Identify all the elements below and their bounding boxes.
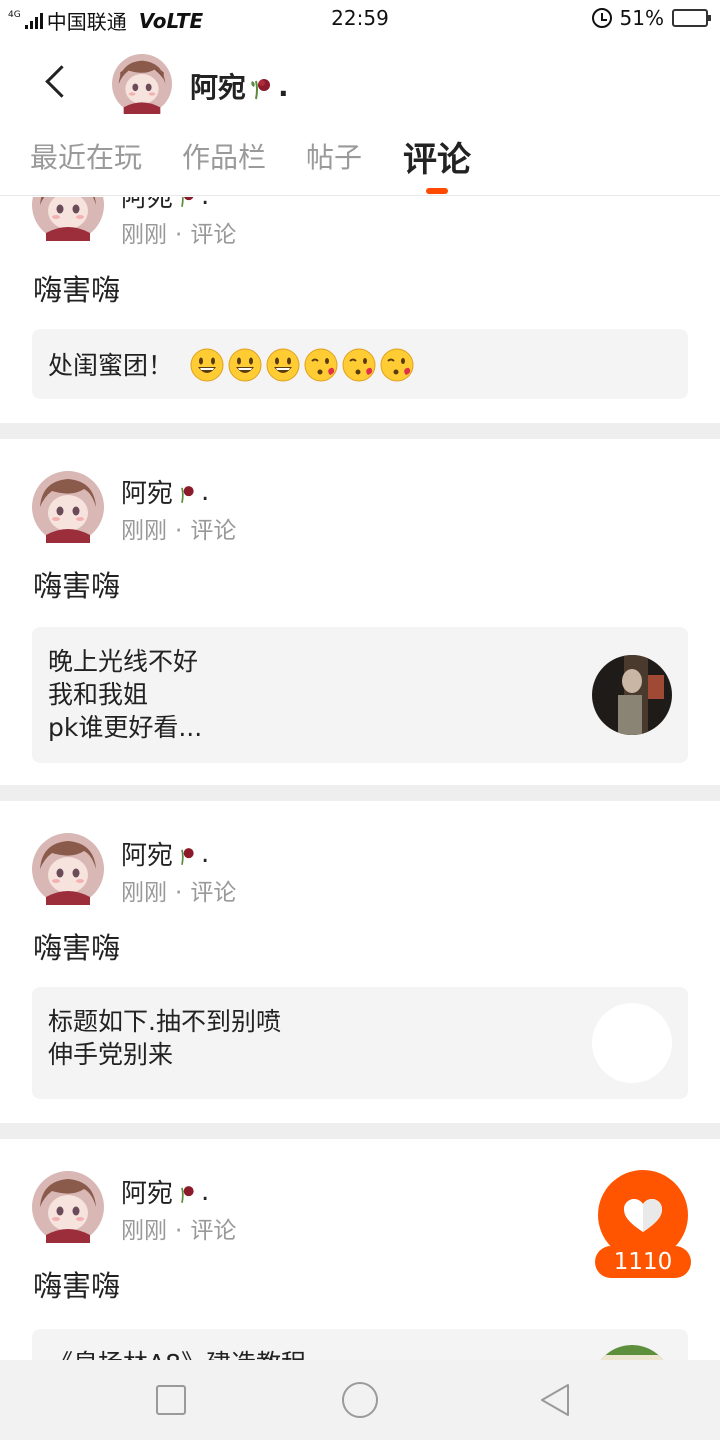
author-name-text: 阿宛 bbox=[121, 197, 174, 213]
author-name-suffix: . bbox=[201, 838, 210, 869]
author-name-text: 阿宛 bbox=[121, 841, 174, 871]
status-bar: 4G 中国联通 VoLTE 22:59 51% bbox=[0, 0, 720, 40]
author-name[interactable]: 阿宛 . bbox=[121, 197, 209, 214]
tab-works[interactable]: 作品栏 bbox=[182, 136, 266, 176]
recent-apps-icon[interactable] bbox=[156, 1385, 186, 1415]
profile-name-text: 阿宛 bbox=[190, 71, 247, 104]
comment-card[interactable]: 阿宛 . 刚刚 · 评论 嗨害嗨 处闺蜜团！ bbox=[0, 197, 720, 423]
comment-action: 评论 bbox=[190, 222, 237, 248]
quoted-post-text: 标题如下.抽不到别喷 伸手党别来 bbox=[48, 1005, 281, 1071]
quoted-post-line: 我和我姐 bbox=[48, 680, 149, 709]
comment-time: 刚刚 bbox=[121, 1218, 167, 1244]
comment-text: 嗨害嗨 bbox=[33, 273, 121, 307]
comment-action: 评论 bbox=[190, 1218, 237, 1244]
active-tab-indicator bbox=[426, 188, 448, 194]
author-name[interactable]: 阿宛 . bbox=[121, 835, 209, 872]
quoted-post[interactable]: 《帛扬林A8》建造教程 bbox=[32, 1329, 688, 1360]
author-name[interactable]: 阿宛 . bbox=[121, 1173, 209, 1210]
comment-action: 评论 bbox=[190, 518, 237, 544]
comment-time: 刚刚 bbox=[121, 880, 167, 906]
comment-meta: 刚刚 · 评论 bbox=[121, 1211, 236, 1245]
tab-recently-played[interactable]: 最近在玩 bbox=[30, 136, 142, 176]
comment-text: 嗨害嗨 bbox=[33, 1269, 121, 1303]
comment-meta: 刚刚 · 评论 bbox=[121, 511, 236, 545]
quoted-post-line: 《帛扬林A8》建造教程 bbox=[48, 1347, 306, 1360]
card-separator bbox=[0, 423, 720, 439]
comment-meta: 刚刚 · 评论 bbox=[121, 873, 236, 907]
meta-separator: · bbox=[175, 880, 183, 906]
author-name[interactable]: 阿宛 . bbox=[121, 473, 209, 510]
quoted-post-text: 处闺蜜团！ bbox=[48, 347, 415, 383]
comment-card[interactable]: 阿宛 . 刚刚 · 评论 嗨害嗨 晚上光线不好 我和我姐 pk谁更好看... bbox=[0, 439, 720, 785]
back-icon[interactable] bbox=[538, 1382, 574, 1418]
comment-time: 刚刚 bbox=[121, 222, 167, 248]
kiss-emoji-icon bbox=[304, 348, 338, 382]
system-nav-bar bbox=[0, 1360, 720, 1440]
avatar[interactable] bbox=[112, 54, 172, 114]
profile-name: 阿宛 . bbox=[190, 66, 289, 106]
comment-card[interactable]: 阿宛 . 刚刚 · 评论 嗨害嗨 标题如下.抽不到别喷 伸手党别来 bbox=[0, 801, 720, 1123]
card-separator bbox=[0, 1123, 720, 1139]
like-count: 1110 bbox=[595, 1246, 691, 1278]
profile-tabs: 最近在玩 作品栏 帖子 评论 bbox=[0, 130, 720, 196]
quoted-post[interactable]: 处闺蜜团！ bbox=[32, 329, 688, 399]
quoted-post-line: 晚上光线不好 bbox=[48, 647, 199, 676]
author-name-suffix: . bbox=[201, 197, 209, 211]
battery-icon bbox=[672, 9, 711, 27]
quoted-post[interactable]: 标题如下.抽不到别喷 伸手党别来 bbox=[32, 987, 688, 1099]
comment-time: 刚刚 bbox=[121, 518, 167, 544]
quoted-post[interactable]: 晚上光线不好 我和我姐 pk谁更好看... bbox=[32, 627, 688, 763]
grin-emoji-icon bbox=[266, 348, 300, 382]
battery-percent: 51% bbox=[619, 6, 664, 30]
quoted-post-line: 标题如下.抽不到别喷 bbox=[48, 1007, 281, 1036]
status-right: 51% bbox=[591, 6, 711, 30]
rose-icon bbox=[181, 485, 194, 503]
tab-comments[interactable]: 评论 bbox=[403, 132, 471, 181]
post-thumbnail[interactable] bbox=[592, 1345, 672, 1360]
comment-meta: 刚刚 · 评论 bbox=[121, 215, 236, 249]
quoted-post-text: 《帛扬林A8》建造教程 bbox=[48, 1347, 306, 1360]
grin-emoji-icon bbox=[228, 348, 262, 382]
author-name-suffix: . bbox=[201, 1176, 210, 1207]
quoted-post-text: 晚上光线不好 我和我姐 pk谁更好看... bbox=[48, 645, 202, 744]
post-thumbnail[interactable] bbox=[592, 655, 672, 735]
author-name-text: 阿宛 bbox=[121, 1179, 174, 1209]
avatar[interactable] bbox=[32, 197, 104, 241]
rose-icon bbox=[181, 1185, 194, 1203]
tab-posts[interactable]: 帖子 bbox=[306, 136, 362, 176]
avatar[interactable] bbox=[32, 833, 104, 905]
quoted-post-line: pk谁更好看... bbox=[48, 713, 203, 742]
rose-icon bbox=[251, 79, 271, 100]
rose-icon bbox=[181, 197, 194, 207]
kiss-emoji-icon bbox=[342, 348, 376, 382]
comment-action: 评论 bbox=[190, 880, 237, 906]
meta-separator: · bbox=[175, 518, 183, 544]
alarm-icon bbox=[591, 8, 612, 28]
quoted-post-line: 伸手党别来 bbox=[48, 1040, 174, 1069]
comment-text: 嗨害嗨 bbox=[33, 569, 121, 603]
author-name-suffix: . bbox=[201, 476, 210, 507]
kiss-emoji-icon bbox=[380, 348, 414, 382]
comment-text: 嗨害嗨 bbox=[33, 931, 121, 965]
meta-separator: · bbox=[175, 1218, 183, 1244]
home-icon[interactable] bbox=[342, 1382, 378, 1418]
quoted-post-line: 处闺蜜团！ bbox=[48, 350, 174, 380]
profile-header: 阿宛 . bbox=[0, 40, 720, 130]
meta-separator: · bbox=[175, 222, 183, 248]
card-separator bbox=[0, 785, 720, 801]
grin-emoji-icon bbox=[190, 348, 224, 382]
post-thumbnail[interactable] bbox=[592, 1003, 672, 1083]
profile-name-suffix: . bbox=[278, 69, 289, 103]
rose-icon bbox=[181, 847, 194, 865]
avatar[interactable] bbox=[32, 1171, 104, 1243]
avatar[interactable] bbox=[32, 471, 104, 543]
author-name-text: 阿宛 bbox=[121, 479, 174, 509]
back-button[interactable] bbox=[36, 62, 76, 102]
